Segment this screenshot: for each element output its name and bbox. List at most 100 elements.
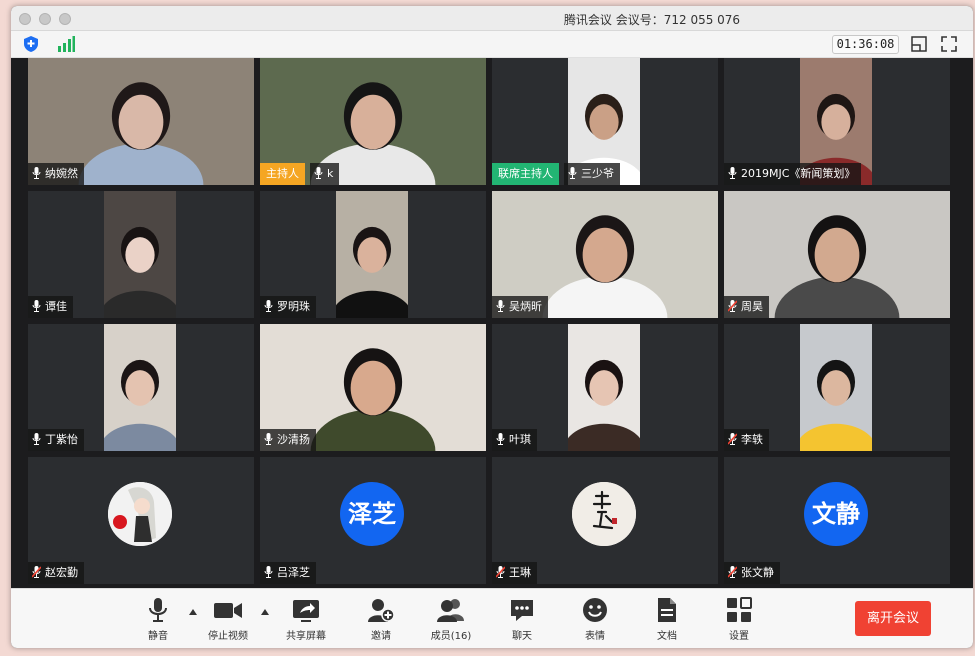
participant-name-tag: 纳婉然 bbox=[28, 163, 84, 185]
participant-tile[interactable]: 沙清扬 bbox=[260, 324, 486, 451]
participant-tile[interactable]: 李轶 bbox=[724, 324, 950, 451]
mic-muted-icon bbox=[727, 566, 738, 578]
participant-video bbox=[99, 324, 181, 451]
person-silhouette bbox=[99, 359, 181, 451]
control-label: 聊天 bbox=[512, 631, 532, 642]
participant-name: 王琳 bbox=[509, 566, 531, 579]
participant-name: 沙清扬 bbox=[277, 433, 310, 446]
mic-muted-icon bbox=[495, 566, 506, 578]
emoji-button[interactable]: 表情 bbox=[565, 595, 625, 645]
mic-icon bbox=[32, 300, 41, 312]
participant-tile[interactable]: 文静 张文静 bbox=[724, 457, 950, 584]
mic-icon bbox=[264, 300, 273, 312]
participant-tile[interactable]: 叶琪 bbox=[492, 324, 718, 451]
caret-up-icon[interactable] bbox=[261, 609, 269, 615]
control-label: 停止视频 bbox=[208, 631, 248, 642]
person-silhouette bbox=[99, 226, 181, 318]
mute-button[interactable]: 静音 bbox=[128, 595, 188, 645]
participant-name-tag: 吴炳昕 bbox=[492, 296, 548, 318]
mic-icon bbox=[496, 433, 505, 445]
participant-tile[interactable]: 吴炳昕 bbox=[492, 191, 718, 318]
participant-name: 吴炳昕 bbox=[509, 300, 542, 313]
share-screen-icon bbox=[276, 597, 336, 623]
participant-tile[interactable]: 赵宏勤 bbox=[28, 457, 254, 584]
network-signal-icon[interactable] bbox=[57, 36, 75, 52]
role-badge: 联席主持人 bbox=[492, 163, 559, 185]
meeting-controls-bar: 离开会议 静音 停止视频 共享屏幕 邀请 成员(16) 聊天 表情 文档 设置 bbox=[11, 588, 973, 648]
participant-name: 吕泽芝 bbox=[277, 566, 310, 579]
mic-icon bbox=[496, 300, 505, 312]
mic-icon bbox=[264, 433, 273, 445]
document-icon bbox=[637, 597, 697, 623]
chat-button[interactable]: 聊天 bbox=[492, 595, 552, 645]
participant-tile[interactable]: 罗明珠 bbox=[260, 191, 486, 318]
participant-name-tag: 王琳 bbox=[492, 562, 537, 584]
top-toolbar: 01:36:08 bbox=[11, 31, 973, 58]
participant-video bbox=[331, 191, 413, 318]
participant-name-tag: 沙清扬 bbox=[260, 429, 316, 451]
fullscreen-icon[interactable] bbox=[941, 36, 957, 52]
participant-name: 三少爷 bbox=[581, 167, 614, 180]
control-label: 邀请 bbox=[371, 631, 391, 642]
participant-tile[interactable]: 2019MJC《新闻策划》 bbox=[724, 58, 950, 185]
participant-tile[interactable]: 泽芝吕泽芝 bbox=[260, 457, 486, 584]
meeting-timer: 01:36:08 bbox=[832, 35, 899, 54]
participant-name-tag: 三少爷 bbox=[564, 163, 620, 185]
participant-video bbox=[99, 191, 181, 318]
participant-video bbox=[795, 324, 877, 451]
participant-tile[interactable]: 丁紫怡 bbox=[28, 324, 254, 451]
participant-name: k bbox=[327, 167, 334, 180]
participant-tile[interactable]: 谭佳 bbox=[28, 191, 254, 318]
settings-button[interactable]: 设置 bbox=[709, 595, 769, 645]
caret-up-icon[interactable] bbox=[189, 609, 197, 615]
mic-muted-icon bbox=[727, 300, 738, 312]
participant-avatar: 泽芝 bbox=[340, 482, 404, 546]
participant-name-tag: 李轶 bbox=[724, 429, 769, 451]
meeting-window: 腾讯会议 会议号：712 055 076 01:36:08 纳婉然 主持人 k 联席主… bbox=[11, 6, 973, 648]
chat-icon bbox=[492, 597, 552, 623]
title-bar: 腾讯会议 会议号：712 055 076 bbox=[11, 6, 973, 31]
participant-name: 2019MJC《新闻策划》 bbox=[741, 167, 856, 180]
stop-video-button[interactable]: 停止视频 bbox=[198, 595, 258, 645]
participant-name: 赵宏勤 bbox=[45, 566, 78, 579]
participant-name-tag: 叶琪 bbox=[492, 429, 537, 451]
participant-name-tag: 周昊 bbox=[724, 296, 769, 318]
participant-tile[interactable]: 王琳 bbox=[492, 457, 718, 584]
control-label: 设置 bbox=[729, 631, 749, 642]
emoji-icon bbox=[565, 597, 625, 623]
video-grid: 纳婉然 主持人 k 联席主持人 三少爷 2019MJC《新闻策划》谭佳 罗明珠 吴炳昕 周昊丁紫… bbox=[11, 58, 973, 588]
mic-muted-icon bbox=[31, 566, 42, 578]
participant-name-tag: 谭佳 bbox=[28, 296, 73, 318]
control-label: 共享屏幕 bbox=[286, 631, 326, 642]
participant-tile[interactable]: 联席主持人 三少爷 bbox=[492, 58, 718, 185]
participant-name-tag: 罗明珠 bbox=[260, 296, 316, 318]
members-button[interactable]: 成员(16) bbox=[421, 595, 481, 645]
share-button[interactable]: 共享屏幕 bbox=[276, 595, 336, 645]
person-silhouette bbox=[563, 359, 645, 451]
participant-name-tag: 张文静 bbox=[724, 562, 780, 584]
leave-meeting-button[interactable]: 离开会议 bbox=[855, 601, 931, 636]
control-label: 文档 bbox=[657, 631, 677, 642]
participant-name-tag: 2019MJC《新闻策划》 bbox=[724, 163, 862, 185]
security-shield-icon[interactable] bbox=[24, 36, 38, 52]
participant-tile[interactable]: 主持人 k bbox=[260, 58, 486, 185]
window-title: 腾讯会议 会议号：712 055 076 bbox=[563, 13, 741, 27]
mic-icon bbox=[264, 566, 273, 578]
control-label: 表情 bbox=[585, 631, 605, 642]
participant-tile[interactable]: 周昊 bbox=[724, 191, 950, 318]
invite-button[interactable]: 邀请 bbox=[351, 595, 411, 645]
mic-icon bbox=[32, 167, 41, 179]
settings-icon bbox=[709, 597, 769, 623]
participant-name: 丁紫怡 bbox=[45, 433, 78, 446]
document-button[interactable]: 文档 bbox=[637, 595, 697, 645]
mic-icon bbox=[314, 167, 323, 179]
participant-name: 叶琪 bbox=[509, 433, 531, 446]
participant-tile[interactable]: 纳婉然 bbox=[28, 58, 254, 185]
participant-name-tag: 赵宏勤 bbox=[28, 562, 84, 584]
invite-icon bbox=[351, 597, 411, 623]
participant-name: 纳婉然 bbox=[45, 167, 78, 180]
person-silhouette bbox=[331, 226, 413, 318]
layout-toggle-icon[interactable] bbox=[911, 36, 927, 52]
role-badge: 主持人 bbox=[260, 163, 305, 185]
microphone-icon bbox=[128, 597, 188, 623]
